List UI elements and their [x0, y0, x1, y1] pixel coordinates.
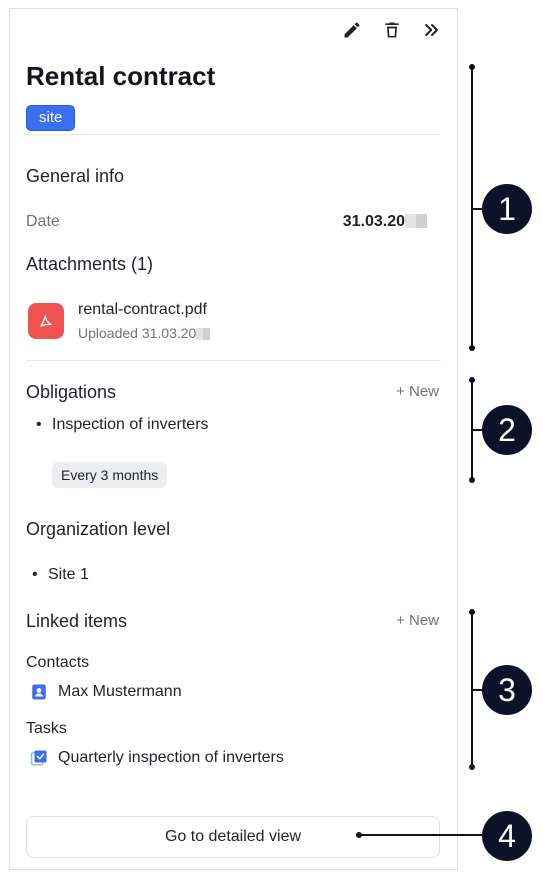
contacts-heading: Contacts: [26, 654, 90, 671]
pdf-icon: [28, 303, 64, 339]
annotation-dot: [469, 764, 475, 770]
contact-icon: [32, 684, 46, 700]
attachment-uploaded-text: Uploaded 31.03.20: [78, 325, 197, 341]
annotation-dot: [469, 477, 475, 483]
double-chevron-right-icon[interactable]: [419, 17, 445, 43]
attachment-item[interactable]: rental-contract.pdf Uploaded 31.03.20: [28, 301, 211, 341]
organization-level-heading: Organization level: [26, 519, 171, 539]
task-icon: [30, 750, 47, 766]
annotation-dot: [469, 64, 475, 70]
annotation-dot: [469, 377, 475, 383]
obligations-heading: Obligations: [26, 382, 117, 402]
go-to-detailed-view-button[interactable]: Go to detailed view: [26, 816, 440, 858]
date-value-text: 31.03.20: [342, 213, 405, 230]
frequency-chip: Every 3 months: [52, 462, 168, 488]
attachment-text: rental-contract.pdf Uploaded 31.03.20: [78, 301, 211, 341]
annotation-badge: 2: [482, 405, 532, 455]
divider: [26, 360, 441, 361]
detail-panel: Rental contract site General info Date 3…: [9, 8, 458, 870]
annotation-badge: 4: [482, 811, 532, 861]
level-badge: site: [26, 105, 76, 131]
attachment-uploaded: Uploaded 31.03.20: [78, 325, 211, 341]
redacted-mark: [405, 214, 427, 228]
date-value: 31.03.20: [343, 213, 427, 231]
annotation-connector: [360, 834, 486, 836]
new-linked-item-button[interactable]: + New: [396, 612, 439, 629]
general-info-heading: General info: [26, 166, 125, 186]
annotation-dot: [469, 345, 475, 351]
redacted-mark: [196, 328, 211, 340]
contact-name: Max Mustermann: [58, 683, 182, 700]
obligation-item[interactable]: Inspection of inverters: [36, 416, 208, 434]
organization-item: Site 1: [32, 566, 89, 584]
pencil-icon[interactable]: [339, 17, 365, 43]
panel-toolbar: [339, 17, 445, 43]
tasks-heading: Tasks: [26, 720, 67, 737]
attachment-filename[interactable]: rental-contract.pdf: [78, 301, 210, 319]
divider: [26, 134, 441, 135]
linked-items-heading: Linked items: [26, 611, 128, 631]
attachments-heading: Attachments (1): [26, 254, 154, 274]
trash-icon[interactable]: [379, 17, 405, 43]
task-title: Quarterly inspection of inverters: [58, 749, 284, 766]
contact-item[interactable]: Max Mustermann: [30, 683, 182, 701]
page-title: Rental contract: [26, 61, 216, 91]
annotation-badge: 3: [482, 665, 532, 715]
date-label: Date: [26, 213, 60, 230]
new-obligation-button[interactable]: + New: [396, 383, 439, 400]
annotation-dot: [469, 609, 475, 615]
annotation-badge: 1: [482, 184, 532, 234]
task-item[interactable]: Quarterly inspection of inverters: [30, 749, 284, 767]
